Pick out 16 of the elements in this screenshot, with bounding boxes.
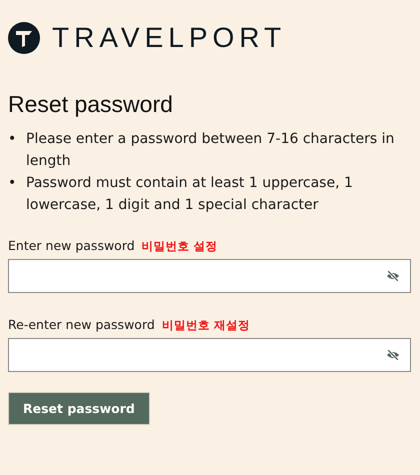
annotation-text: 비밀번호 재설정 (162, 318, 250, 333)
visibility-off-icon[interactable] (386, 269, 400, 283)
field-label: Re-enter new password (8, 317, 155, 332)
annotation-text: 비밀번호 설정 (142, 239, 218, 254)
password-field[interactable] (8, 259, 411, 293)
logo-text: TRAVELPORT (52, 22, 286, 54)
bullet: • (8, 174, 17, 193)
reset-password-button[interactable]: Reset password (8, 392, 150, 425)
page-title: Reset password (8, 91, 174, 118)
field-label: Enter new password (8, 238, 135, 253)
password-field[interactable] (8, 338, 411, 372)
rule-text: Please enter a password between 7-16 characters in length (26, 130, 396, 171)
bullet: • (8, 130, 17, 149)
logo-icon (8, 22, 40, 54)
visibility-off-icon[interactable] (386, 348, 400, 362)
rule-text: Password must contain at least 1 uppercase, 1 lowercase, 1 digit and 1 special character (26, 174, 354, 215)
